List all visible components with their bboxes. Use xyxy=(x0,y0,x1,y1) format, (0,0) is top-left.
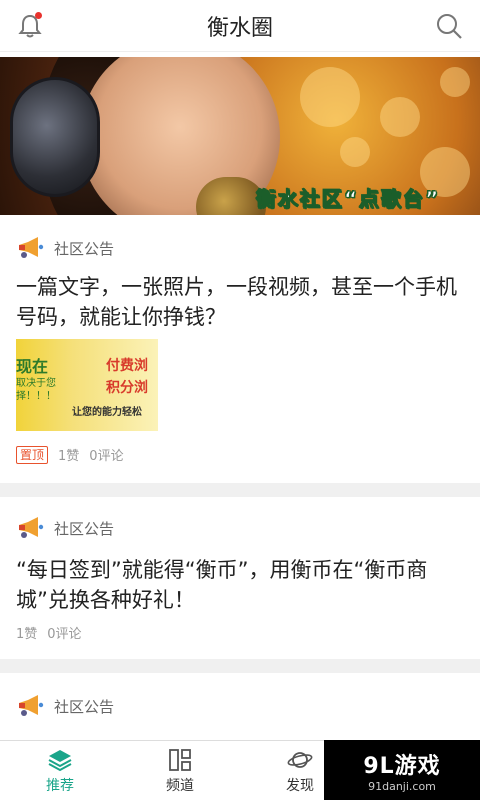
thumb-text: 现在 xyxy=(16,357,49,376)
thumb-text: 取决于您 择！！！ xyxy=(16,378,56,402)
post-source[interactable]: 社区公告 xyxy=(16,693,114,719)
thumb-text: 付费浏 xyxy=(106,358,148,374)
post-stats: 1赞 0评论 xyxy=(16,623,82,642)
post-source-label: 社区公告 xyxy=(54,697,115,716)
nav-label: 推荐 xyxy=(46,778,74,794)
post-stats: 置顶 1赞 0评论 xyxy=(16,445,124,464)
search-icon xyxy=(437,14,462,39)
headphone-icon xyxy=(10,77,100,197)
banner-caption: 衡水社区“点歌台” xyxy=(255,187,441,212)
like-count[interactable]: 1赞 xyxy=(16,623,37,642)
planet-icon xyxy=(287,752,313,768)
channel-grid-icon xyxy=(169,749,191,771)
megaphone-icon xyxy=(19,237,44,258)
post-thumbnail[interactable]: 现在 取决于您 择！！！ 付费浏 积分浏 让您的能力轻松 xyxy=(16,339,158,431)
post-source[interactable]: 社区公告 xyxy=(16,235,114,261)
notification-dot xyxy=(35,12,42,19)
page-title: 衡水圈 xyxy=(206,15,273,41)
megaphone-icon xyxy=(19,517,44,538)
nav-label: 频道 xyxy=(166,778,194,794)
feed-divider xyxy=(0,659,480,673)
site-watermark: 9L游戏 91danji.com xyxy=(324,740,480,800)
watermark-domain: 91danji.com xyxy=(368,779,436,793)
thumb-text: 积分浏 xyxy=(106,380,148,396)
feed-divider xyxy=(0,483,480,497)
banner-carousel[interactable]: 衡水社区“点歌台” xyxy=(0,57,480,215)
notification-button[interactable] xyxy=(16,12,44,40)
post-source[interactable]: 社区公告 xyxy=(16,515,114,541)
layers-icon xyxy=(48,750,72,772)
nav-item-recommend[interactable]: 推荐 xyxy=(0,741,120,800)
thumb-text: 让您的能力轻松 xyxy=(72,407,142,418)
nav-item-channel[interactable]: 频道 xyxy=(120,741,240,800)
megaphone-icon xyxy=(19,695,44,716)
post-headline[interactable]: 一篇文字，一张照片，一段视频，甚至一个手机号码，就能让你挣钱？ xyxy=(16,272,464,332)
post-headline[interactable]: “每日签到”就能得“衡币”，用衡币在“衡币商城”兑换各种好礼！ xyxy=(16,555,464,615)
watermark-brand-num: 9L xyxy=(363,753,395,779)
comment-count[interactable]: 0评论 xyxy=(47,623,81,642)
post-source-label: 社区公告 xyxy=(54,519,115,538)
pinned-badge: 置顶 xyxy=(16,445,49,464)
post-card[interactable]: 社区公告 xyxy=(0,673,480,740)
like-count[interactable]: 1赞 xyxy=(58,445,79,464)
top-bar: 衡水圈 xyxy=(0,0,480,52)
post-card[interactable]: 社区公告 “每日签到”就能得“衡币”，用衡币在“衡币商城”兑换各种好礼！ 1赞 … xyxy=(0,497,480,659)
comment-count[interactable]: 0评论 xyxy=(89,445,123,464)
post-card[interactable]: 社区公告 一篇文字，一张照片，一段视频，甚至一个手机号码，就能让你挣钱？ 现在 … xyxy=(0,215,480,483)
post-source-label: 社区公告 xyxy=(54,239,115,258)
nav-label: 发现 xyxy=(286,778,314,794)
watermark-brand-text: 游戏 xyxy=(394,753,441,779)
watermark-brand: 9L游戏 xyxy=(363,748,440,780)
search-button[interactable] xyxy=(434,11,464,41)
